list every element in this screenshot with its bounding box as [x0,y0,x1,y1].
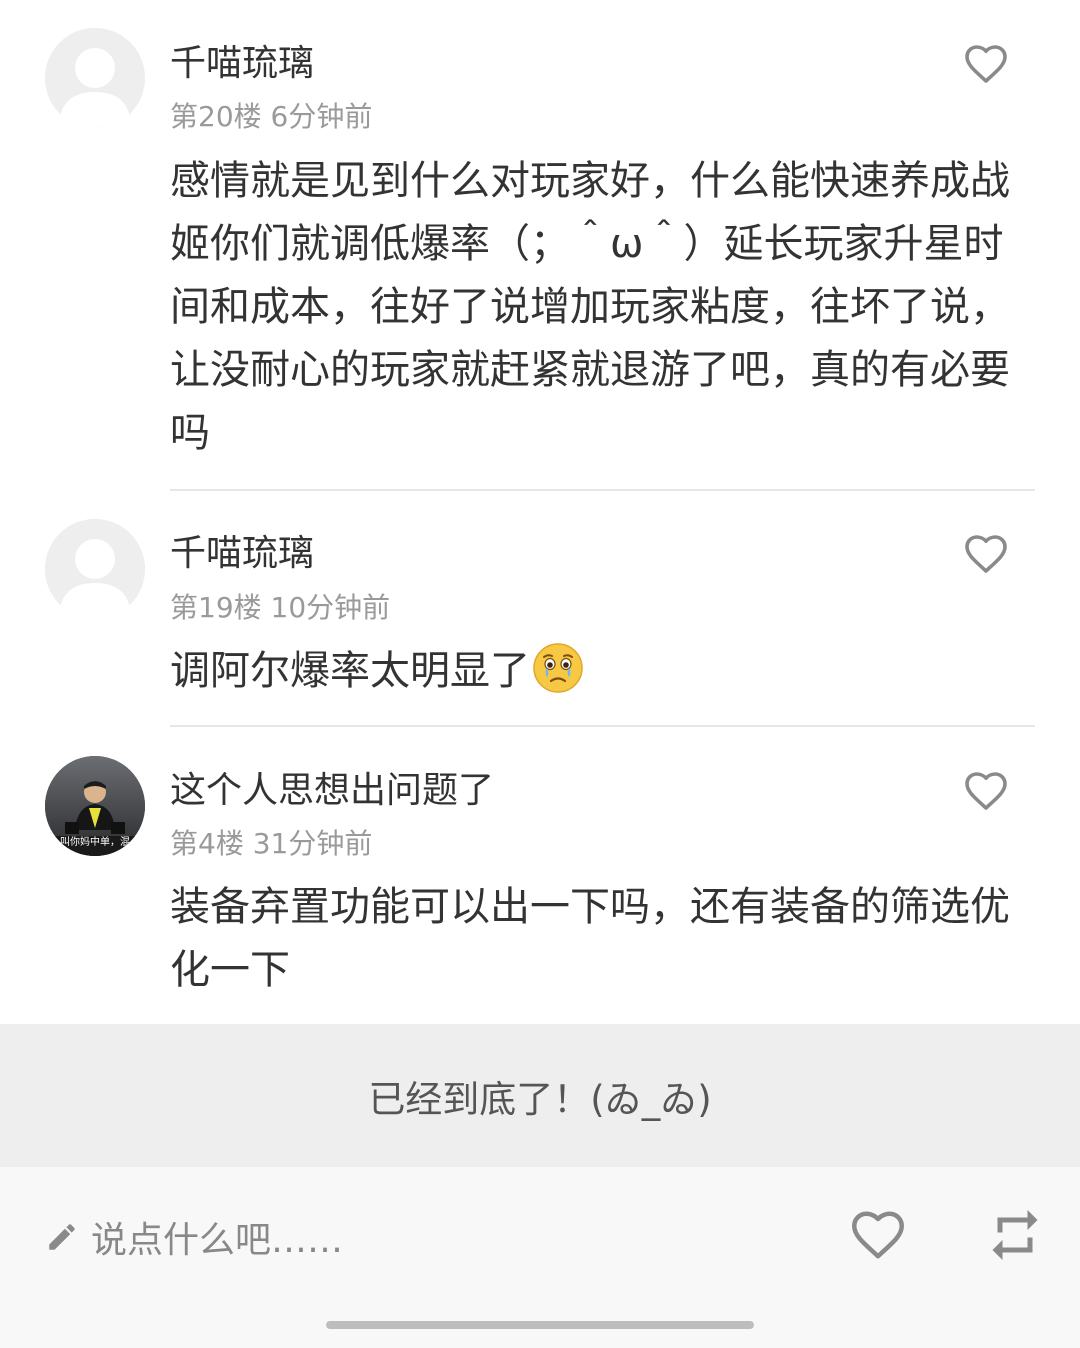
username[interactable]: 千喵琉璃 [170,34,314,86]
heart-outline-icon [852,1211,904,1259]
avatar[interactable] [45,519,145,619]
default-avatar-icon [45,519,145,619]
like-post-button[interactable] [848,1205,908,1265]
heart-icon [965,535,1007,573]
comment-meta: 第4楼 31分钟前 [170,822,372,862]
bottom-comment-bar: 说点什么吧…… [0,1167,1080,1348]
floor-number: 第20楼 [170,100,262,133]
crying-face-emoji-icon [533,643,583,693]
heart-icon [965,772,1007,810]
like-button[interactable] [962,767,1010,815]
timestamp: 6分钟前 [270,100,373,133]
default-avatar-icon [45,28,145,128]
timestamp: 31分钟前 [252,827,373,860]
comment-item: 叫你妈中单，混 这个人思想出问题了 第4楼 31分钟前 装备弃置功能可以出一下吗… [0,726,1080,1024]
input-placeholder: 说点什么吧…… [91,1220,344,1261]
home-indicator[interactable] [326,1321,754,1329]
like-button[interactable] [962,40,1010,88]
end-of-list-banner: 已经到底了！(ゐ_ゐ) [0,1024,1080,1167]
comment-item: 千喵琉璃 第20楼 6分钟前 感情就是见到什么对玩家好，什么能快速养成战姬你们就… [0,0,1080,490]
pencil-icon [49,1224,75,1250]
end-of-list-text: 已经到底了！(ゐ_ゐ) [368,1077,712,1121]
comment-meta: 第19楼 10分钟前 [170,586,390,626]
repeat-icon [992,1210,1038,1260]
heart-icon [965,45,1007,83]
comment-text: 调阿尔爆率太明显了 [170,648,530,694]
timestamp: 10分钟前 [270,591,391,624]
username[interactable]: 千喵琉璃 [170,524,314,576]
comment-body: 装备弃置功能可以出一下吗，还有装备的筛选优化一下 [170,884,1010,993]
floor-number: 第4楼 [170,827,244,860]
comment-input[interactable]: 说点什么吧…… [45,1212,745,1262]
avatar[interactable] [45,28,145,128]
comment-item: 千喵琉璃 第19楼 10分钟前 调阿尔爆率太明显了 [0,490,1080,726]
repost-button[interactable] [985,1205,1045,1265]
comment-body: 调阿尔爆率太明显了 [170,640,1030,703]
username[interactable]: 这个人思想出问题了 [170,761,494,813]
avatar[interactable]: 叫你妈中单，混 [45,756,145,856]
comment-body: 感情就是见到什么对玩家好，什么能快速养成战姬你们就调低爆率（；＾ω＾）延长玩家升… [170,158,1010,456]
comment-meta: 第20楼 6分钟前 [170,95,372,135]
avatar-caption: 叫你妈中单，混 [60,837,130,848]
floor-number: 第19楼 [170,591,262,624]
like-button[interactable] [962,530,1010,578]
